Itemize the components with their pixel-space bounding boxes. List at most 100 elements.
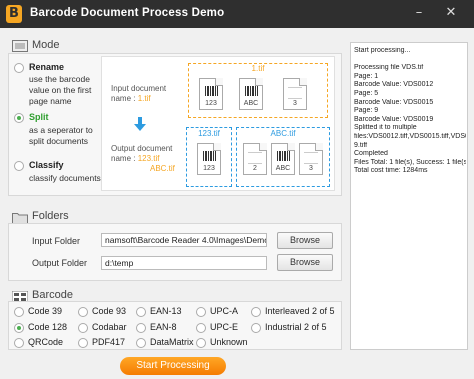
input-folder-label: Input Folder (32, 236, 81, 246)
log-line: Processing file VDS.tif (354, 64, 424, 72)
barcode-type-radio[interactable] (136, 307, 146, 317)
barcode-type-radio[interactable] (196, 323, 206, 333)
output-box-123-label: 123.tif (198, 129, 220, 138)
barcode-type-radio[interactable] (251, 307, 261, 317)
barcode-icon (277, 151, 290, 161)
input-doc-caption: Input document (111, 84, 167, 93)
barcode-type-radio[interactable] (78, 323, 88, 333)
barcode-heading: Barcode (32, 289, 73, 301)
document-icon: 2 (243, 143, 267, 175)
barcode-type-label[interactable]: Industrial 2 of 5 (265, 322, 327, 332)
doc-caption: ABC (275, 165, 291, 172)
barcode-type-label[interactable]: QRCode (28, 337, 63, 347)
barcode-type-radio[interactable] (78, 338, 88, 348)
log-output: Start processing... Processing file VDS.… (354, 47, 466, 176)
barcode-type-radio[interactable] (14, 323, 24, 333)
output-name-prefix: name : (111, 154, 136, 163)
output-file-1: 123.tif (137, 154, 160, 163)
mode-split-label[interactable]: Split (29, 112, 49, 122)
document-icon: 3 (299, 143, 323, 175)
barcode-icon (205, 86, 218, 96)
barcode-type-label[interactable]: EAN-13 (150, 306, 182, 316)
output-box-abc-label: ABC.tif (270, 129, 296, 138)
output-doc-caption: Output document (111, 144, 173, 153)
start-processing-button[interactable]: Start Processing (120, 357, 226, 375)
output-browse-button[interactable]: Browse (277, 254, 333, 271)
log-line: 9.tiff (354, 141, 368, 149)
title-bar: B Barcode Document Process Demo – ✕ (0, 0, 474, 28)
mode-icon (12, 40, 28, 52)
barcode-type-label[interactable]: PDF417 (92, 337, 125, 347)
log-line: Page: 9 (354, 107, 379, 115)
minimize-button[interactable]: – (408, 3, 430, 23)
barcode-type-label[interactable]: Code 128 (28, 322, 67, 332)
text-lines-icon (288, 87, 302, 99)
barcode-type-radio[interactable] (14, 307, 24, 317)
doc-caption: ABC (243, 100, 259, 107)
doc-caption: 3 (309, 165, 313, 172)
barcode-type-label[interactable]: UPC-E (210, 322, 238, 332)
input-box-label: 1.tif (251, 64, 265, 73)
log-line: Start processing... (354, 47, 411, 54)
output-box-abc: ABC.tif 2 ABC 3 (236, 127, 330, 187)
barcode-type-label[interactable]: UPC-A (210, 306, 238, 316)
input-name-prefix: name : (111, 94, 136, 103)
log-line: Barcode Value: VDS0015 (354, 98, 434, 106)
output-document-label: Output document name : 123.tif ABC.tif (111, 144, 175, 174)
input-folder-field[interactable]: namsoft\Barcode Reader 4.0\Images\Demo\S… (101, 233, 267, 247)
log-panel: Start processing... Processing file VDS.… (350, 42, 468, 350)
document-icon: 123 (199, 78, 223, 110)
doc-caption: 123 (203, 165, 215, 172)
down-arrow-icon (134, 117, 146, 131)
log-line: Files Total: 1 file(s), Success: 1 file(… (354, 158, 466, 166)
document-icon: ABC (271, 143, 295, 175)
log-line: Total cost time: 1284ms (354, 167, 428, 175)
log-line: Barcode Value: VDS0019 (354, 115, 434, 123)
barcode-type-radio[interactable] (78, 307, 88, 317)
document-icon: 3 (283, 78, 307, 110)
output-box-123: 123.tif 123 (186, 127, 232, 187)
log-line: Barcode Value: VDS0012 (354, 81, 434, 89)
log-line: Splitted it to multiple (354, 124, 417, 132)
log-line: files:VDS0012.tiff,VDS0015.tiff,VDS001 (354, 132, 466, 140)
input-browse-button[interactable]: Browse (277, 232, 333, 249)
input-file-name: 1.tif (137, 94, 151, 103)
close-button[interactable]: ✕ (440, 3, 462, 23)
document-icon: ABC (239, 78, 263, 110)
log-line: Page: 1 (354, 72, 379, 80)
barcode-type-label[interactable]: DataMatrix (150, 337, 194, 347)
barcode-type-label[interactable]: Code 93 (92, 306, 126, 316)
app-logo-icon: B (6, 5, 22, 23)
doc-caption: 3 (293, 100, 297, 107)
folders-heading: Folders (32, 210, 69, 222)
mode-rename-radio[interactable] (14, 63, 24, 73)
mode-split-radio[interactable] (14, 113, 24, 123)
text-lines-icon (248, 152, 262, 164)
barcode-type-radio[interactable] (136, 323, 146, 333)
barcode-type-radio[interactable] (14, 338, 24, 348)
barcode-type-radio[interactable] (251, 323, 261, 333)
mode-classify-label[interactable]: Classify (29, 160, 64, 170)
barcode-type-label[interactable]: Code 39 (28, 306, 62, 316)
barcode-type-label[interactable]: Unknown (210, 337, 248, 347)
barcode-type-radio[interactable] (196, 338, 206, 348)
log-line: Completed (354, 150, 388, 158)
output-folder-field[interactable]: d:\temp (101, 256, 267, 270)
barcode-type-label[interactable]: Interleaved 2 of 5 (265, 306, 335, 316)
mode-heading: Mode (32, 39, 60, 51)
output-folder-label: Output Folder (32, 258, 88, 268)
barcode-type-label[interactable]: Codabar (92, 322, 127, 332)
input-document-label: Input document name : 1.tif (111, 84, 166, 104)
doc-caption: 2 (253, 165, 257, 172)
barcode-type-label[interactable]: EAN-8 (150, 322, 177, 332)
barcode-type-radio[interactable] (196, 307, 206, 317)
text-lines-icon (304, 152, 318, 164)
input-file-box: 1.tif 123 ABC 3 (188, 63, 328, 118)
split-diagram: Input document name : 1.tif Output docum… (101, 56, 335, 191)
barcode-type-radio[interactable] (136, 338, 146, 348)
window-title: Barcode Document Process Demo (30, 7, 225, 19)
output-file-2: ABC.tif (150, 164, 175, 173)
mode-rename-label[interactable]: Rename (29, 62, 64, 72)
mode-classify-radio[interactable] (14, 161, 24, 171)
